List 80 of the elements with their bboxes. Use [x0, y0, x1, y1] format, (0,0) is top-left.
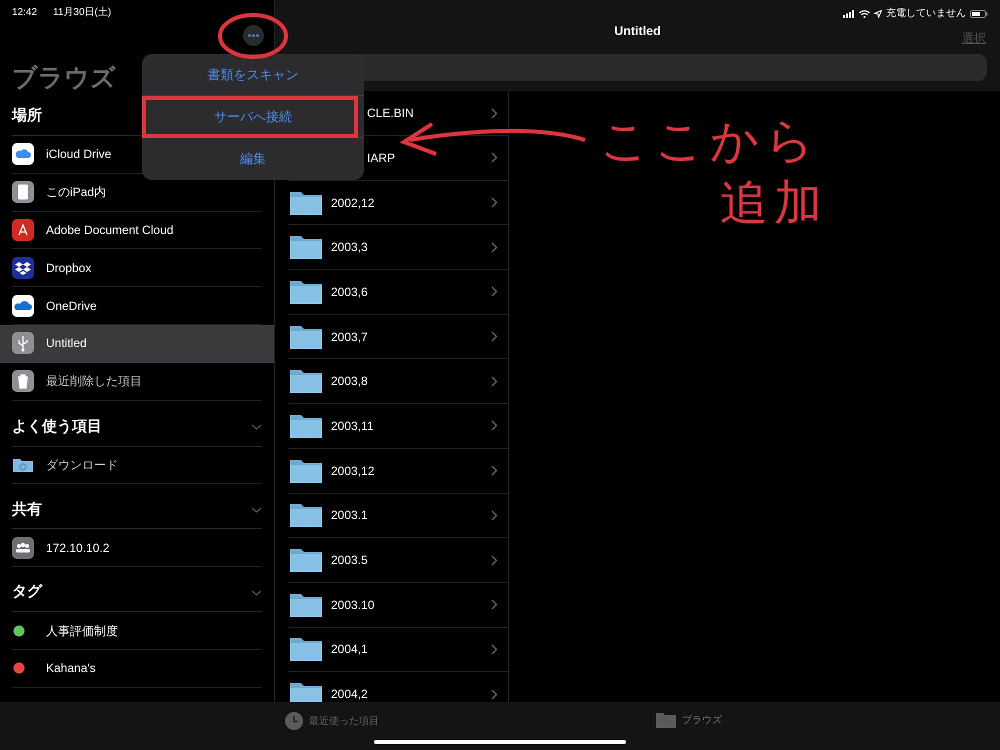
- section-header: 場所: [12, 106, 42, 126]
- chevron-right-icon: [491, 688, 498, 700]
- annotation-text: 追加: [720, 180, 828, 228]
- chevron-right-icon: [491, 242, 498, 253]
- battery-status-text: 充電していません: [886, 6, 966, 21]
- people-icon: [12, 536, 34, 559]
- sidebar-item[interactable]: 最近削除した項目: [0, 362, 274, 401]
- folder-icon: [289, 412, 323, 439]
- status-time: 12:42: [12, 6, 38, 20]
- folder-row[interactable]: 2003,12: [275, 448, 508, 494]
- chevron-down-icon[interactable]: [251, 506, 262, 513]
- clock-icon: [285, 712, 303, 730]
- folder-row[interactable]: 2003,7: [275, 314, 508, 360]
- folder-row[interactable]: 2002,12: [275, 180, 508, 226]
- folder-icon: [289, 234, 323, 260]
- folder-icon: [289, 636, 323, 662]
- folder-row[interactable]: 2003.5: [275, 538, 508, 583]
- chevron-right-icon: [491, 420, 498, 432]
- folder-icon: [289, 190, 323, 216]
- sidebar-title: ブラウズ: [12, 64, 116, 92]
- sidebar-item[interactable]: 人事評価制度: [0, 612, 274, 650]
- chevron-right-icon: [491, 554, 498, 566]
- chevron-right-icon: [491, 108, 498, 119]
- status-date: 11月30日(土): [53, 6, 112, 20]
- section-header: よく使う項目: [12, 416, 102, 437]
- chevron-right-icon: [491, 152, 498, 164]
- wifi-icon: [859, 10, 870, 18]
- location-icon: [874, 10, 882, 18]
- tab-bar-item[interactable]: ブラウズ: [656, 712, 722, 728]
- sidebar-item[interactable]: Adobe Document Cloud: [0, 212, 274, 250]
- sidebar-item[interactable]: 172.10.10.2: [0, 529, 274, 568]
- section-header: タグ: [12, 582, 42, 602]
- navigation-title: Untitled: [614, 24, 661, 38]
- menu-item[interactable]: 書類をスキャン: [142, 54, 364, 96]
- folder-icon: [289, 681, 323, 702]
- section-header: 共有: [12, 500, 42, 520]
- folder-icon: [656, 712, 676, 728]
- menu-item[interactable]: 編集: [142, 138, 364, 180]
- folder-icon: [289, 458, 323, 484]
- chevron-right-icon: [491, 331, 498, 342]
- folder-row[interactable]: 2003,3: [275, 225, 508, 270]
- folder-icon: [289, 502, 323, 528]
- folder-row[interactable]: 2003,6: [275, 270, 508, 315]
- folder-row[interactable]: 2003,11: [275, 404, 508, 449]
- signal-icon: [843, 10, 855, 18]
- trash-icon: [12, 370, 34, 392]
- sidebar-item[interactable]: Kahana's: [0, 650, 274, 688]
- chevron-down-icon[interactable]: [251, 424, 262, 430]
- box-app-icon: [12, 256, 34, 279]
- folder-icon: [289, 368, 323, 394]
- sidebar-item[interactable]: ダウンロード: [0, 446, 274, 484]
- sidebar-item[interactable]: Dropbox: [0, 249, 274, 288]
- folder-icon: [289, 592, 323, 618]
- annotation-text: ここから: [600, 118, 820, 166]
- chevron-right-icon: [491, 465, 498, 476]
- chevron-right-icon: [491, 644, 498, 655]
- usb-icon: [12, 332, 34, 354]
- sidebar-item[interactable]: Untitled: [0, 324, 274, 363]
- annotation-circle: [218, 13, 288, 59]
- chevron-right-icon: [491, 286, 498, 298]
- folder-icon: [289, 278, 323, 305]
- menu-item[interactable]: サーバへ接続: [142, 96, 364, 138]
- folder-row[interactable]: 2004,1: [275, 628, 508, 672]
- folder-icon: [289, 547, 323, 574]
- cloud-icon: [12, 143, 34, 166]
- folder-row[interactable]: 2003,8: [275, 359, 508, 404]
- tablet-icon: [12, 181, 34, 204]
- chevron-right-icon: [491, 376, 498, 387]
- chevron-down-icon[interactable]: [251, 590, 262, 596]
- cloud-icon: [12, 294, 34, 317]
- ellipsis-icon: [248, 34, 259, 37]
- chevron-right-icon: [491, 197, 498, 208]
- chevron-right-icon: [491, 599, 498, 610]
- folder-row[interactable]: 2003.10: [275, 582, 508, 628]
- more-button[interactable]: [243, 25, 264, 46]
- folder-row[interactable]: 2003.1: [275, 494, 508, 538]
- battery-icon: [970, 10, 988, 18]
- document-app-icon: [12, 218, 34, 241]
- folder-icon: [289, 324, 323, 350]
- chevron-right-icon: [491, 510, 498, 521]
